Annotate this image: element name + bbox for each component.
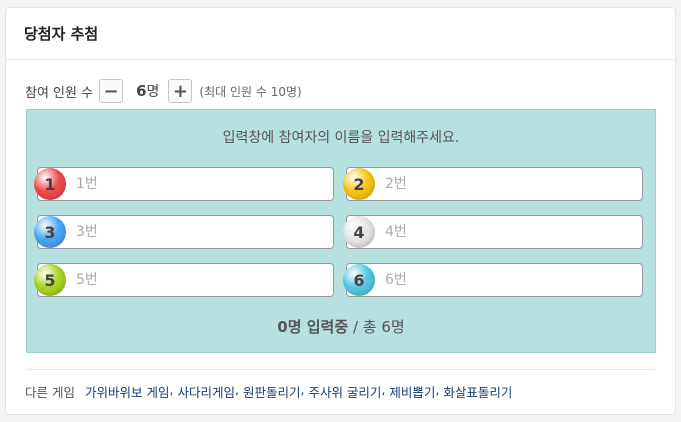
card-title: 당첨자 추첨 [24,25,99,43]
ball-5-icon: 5 [34,264,66,296]
participant-count-label: 참여 인원 수 [25,85,94,101]
max-count-note: (최대 인원 수 10명) [199,84,302,99]
participant-field-6: 6 [343,263,643,297]
ball-3-icon: 3 [34,216,66,248]
participant-field-3: 3 [34,215,334,249]
participant-field-2: 2 [343,167,643,201]
participant-count-row: 참여 인원 수 − 6명 + (최대 인원 수 10명) [25,78,302,104]
increase-count-button[interactable]: + [168,79,193,103]
game-link-rps[interactable]: 가위바위보 게임 [85,382,169,401]
footer-divider [26,369,655,370]
entry-status: 0명 입력중 / 총 6명 [27,316,655,337]
other-games-row: 다른 게임 가위바위보 게임, 사다리게임, 원판돌리기, 주사위 굴리기, 제… [25,382,513,401]
participant-panel: 입력창에 참여자의 이름을 입력해주세요. 1 2 3 4 5 6 0명 입력중… [26,109,656,353]
participant-input-4[interactable] [385,216,635,248]
lottery-card: 당첨자 추첨 참여 인원 수 − 6명 + (최대 인원 수 10명) 입력창에… [5,7,676,415]
game-link-arrow-spin[interactable]: 화살표돌리기 [443,382,512,401]
participant-input-5[interactable] [76,264,326,296]
card-header: 당첨자 추첨 [6,8,675,60]
other-games-label: 다른 게임 [25,385,75,400]
game-link-ladder[interactable]: 사다리게임 [177,382,235,401]
participant-field-1: 1 [34,167,334,201]
participant-input-2[interactable] [385,168,635,200]
ball-4-icon: 4 [343,216,375,248]
decrease-count-button[interactable]: − [99,79,124,103]
participant-field-4: 4 [343,215,643,249]
participant-field-5: 5 [34,263,334,297]
ball-2-icon: 2 [343,168,375,200]
game-link-draw-lots[interactable]: 제비뽑기 [389,382,435,401]
game-link-roulette[interactable]: 원판돌리기 [243,382,301,401]
game-link-dice[interactable]: 주사위 굴리기 [308,382,381,401]
panel-instruction: 입력창에 참여자의 이름을 입력해주세요. [222,130,460,146]
participant-input-1[interactable] [76,168,326,200]
ball-1-icon: 1 [34,168,66,200]
ball-6-icon: 6 [343,264,375,296]
entry-total: / 총 6명 [348,318,405,336]
minus-icon: − [103,80,119,102]
participant-input-3[interactable] [76,216,326,248]
plus-icon: + [172,80,188,102]
participant-count-value: 6명 [136,82,160,100]
participant-input-6[interactable] [385,264,635,296]
entry-count: 0명 입력중 [277,318,349,336]
